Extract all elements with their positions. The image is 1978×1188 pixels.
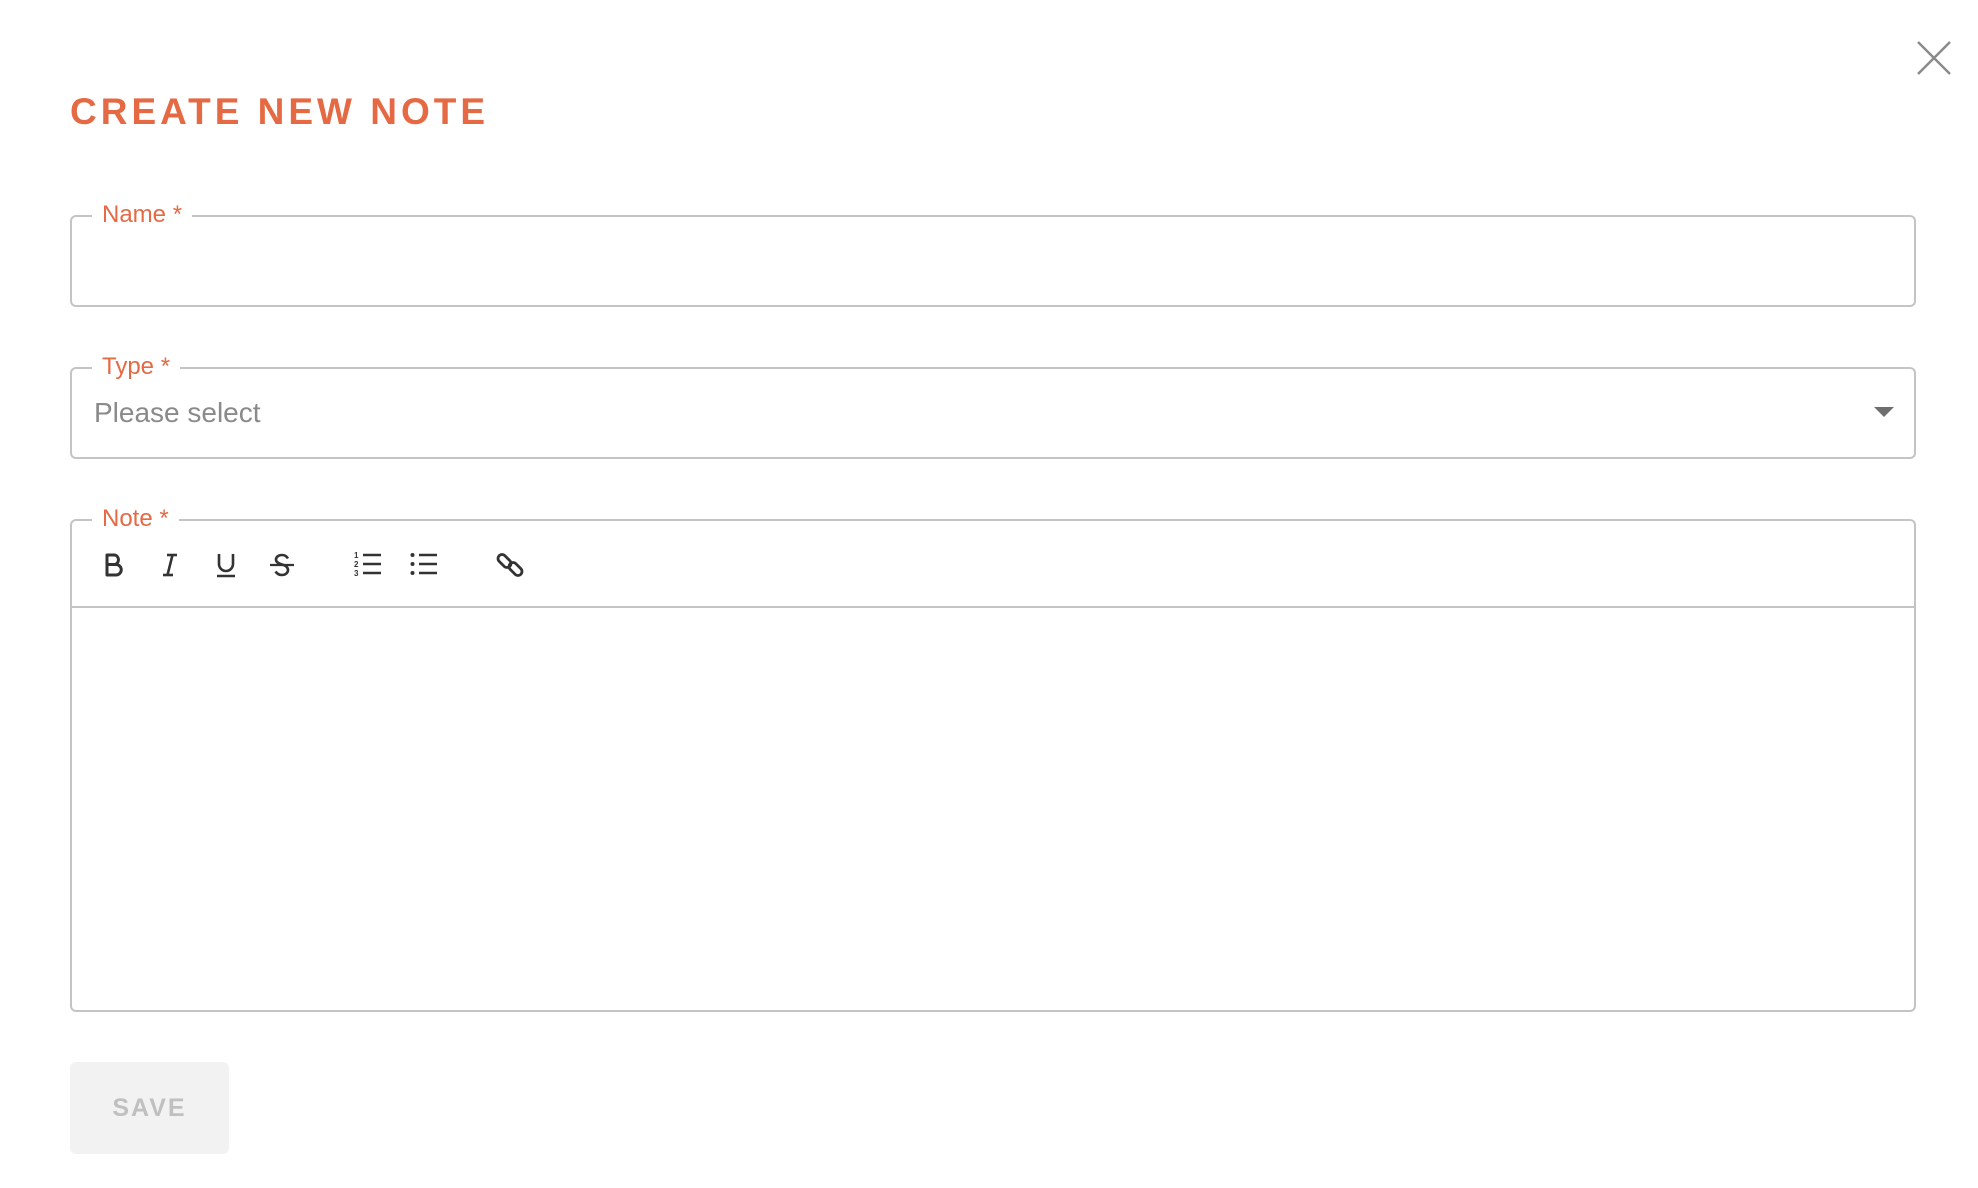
svg-text:1: 1 bbox=[354, 551, 359, 560]
bold-icon bbox=[105, 553, 123, 577]
close-icon bbox=[1917, 41, 1951, 75]
name-field: Name * bbox=[70, 198, 1916, 307]
underline-icon bbox=[217, 554, 235, 578]
create-note-dialog: CREATE NEW NOTE Name * Type * Please sel… bbox=[0, 0, 1978, 1188]
underline-button[interactable] bbox=[206, 545, 246, 585]
dropdown-arrow-icon bbox=[1874, 407, 1894, 417]
name-input[interactable] bbox=[72, 217, 1914, 305]
italic-button[interactable] bbox=[150, 545, 190, 585]
link-icon bbox=[496, 553, 524, 577]
note-text-area[interactable] bbox=[72, 608, 1914, 1010]
italic-icon bbox=[163, 553, 177, 577]
strikethrough-icon bbox=[270, 553, 294, 577]
ordered-list-button[interactable]: 1 2 3 bbox=[348, 545, 388, 585]
type-select[interactable]: Type * Please select bbox=[70, 350, 1916, 459]
bullet-list-button[interactable] bbox=[404, 545, 444, 585]
close-button[interactable] bbox=[1910, 34, 1958, 82]
save-button[interactable]: SAVE bbox=[70, 1062, 229, 1154]
type-selected-value: Please select bbox=[94, 397, 261, 428]
editor-toolbar: 1 2 3 bbox=[72, 521, 1914, 608]
ordered-list-icon: 1 2 3 bbox=[354, 551, 381, 578]
link-button[interactable] bbox=[490, 545, 530, 585]
svg-text:2: 2 bbox=[354, 560, 359, 569]
bullet-list-icon bbox=[410, 553, 437, 575]
strikethrough-button[interactable] bbox=[262, 545, 302, 585]
svg-text:3: 3 bbox=[354, 569, 359, 578]
note-editor: Note * 1 2 3 bbox=[70, 502, 1916, 1012]
dialog-title: CREATE NEW NOTE bbox=[70, 91, 490, 132]
bold-button[interactable] bbox=[94, 545, 134, 585]
